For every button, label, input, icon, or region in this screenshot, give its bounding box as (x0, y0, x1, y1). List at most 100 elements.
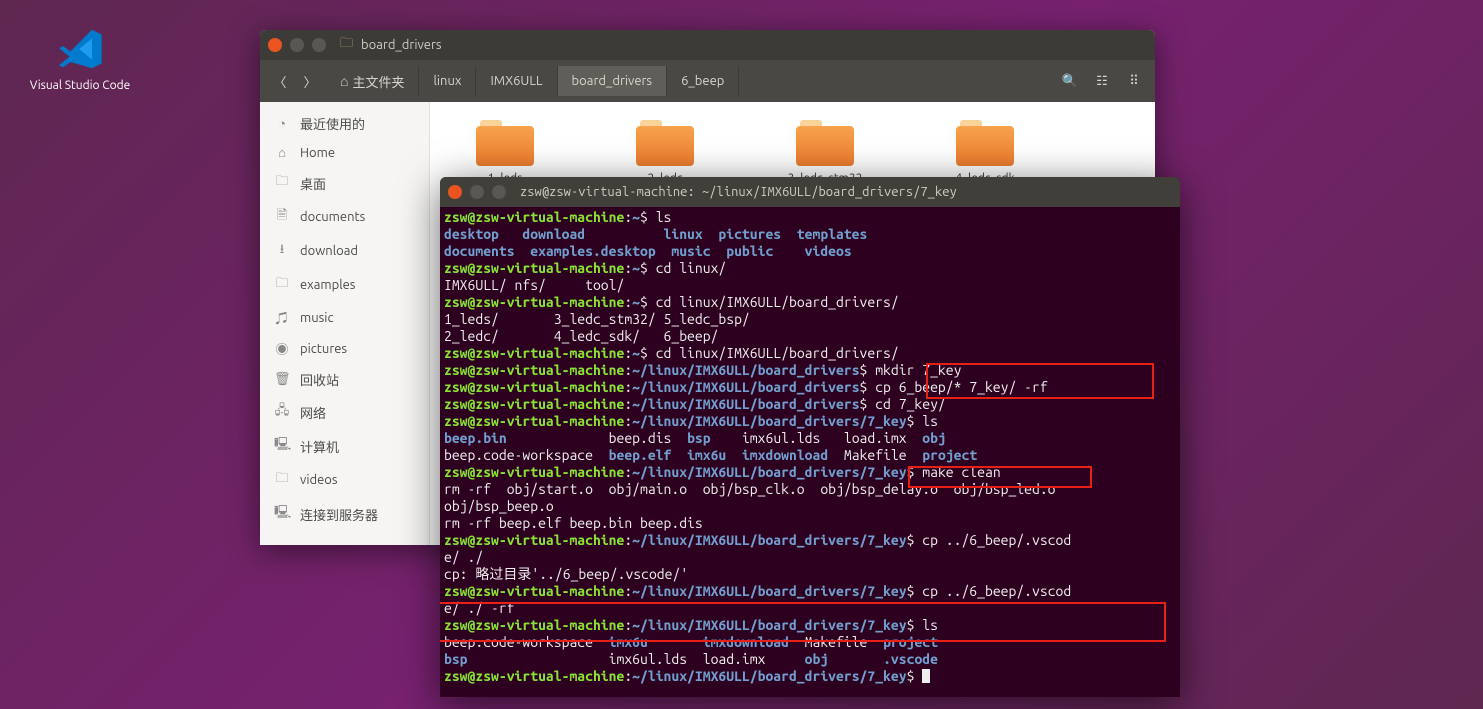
minimize-icon[interactable] (290, 38, 304, 52)
folder-item-2[interactable]: 3_ledc_stm32 (780, 120, 870, 185)
desktop-icon-label: Visual Studio Code (20, 79, 140, 92)
terminal-line-22: zsw@zsw-virtual-machine:~/linux/IMX6ULL/… (444, 583, 1176, 600)
sidebar-item-0[interactable]: ◔ 最近使用的 (260, 108, 429, 139)
file-manager-titlebar[interactable]: 🗀 board_drivers (260, 30, 1155, 60)
terminal-line-10: zsw@zsw-virtual-machine:~/linux/IMX6ULL/… (444, 379, 1176, 396)
search-icon[interactable]: 🔍 (1055, 66, 1085, 96)
sidebar-item-3[interactable]: 🗎 documents (260, 200, 429, 234)
terminal-line-15: zsw@zsw-virtual-machine:~/linux/IMX6ULL/… (444, 464, 1176, 481)
sidebar-item-9[interactable]: 🖧 网络 (260, 395, 429, 429)
terminal-line-21: cp: 略过目录'../6_beep/.vscode/' (444, 566, 1176, 583)
sidebar-item-label: videos (300, 473, 338, 487)
path-bar: 〈 〉 ⌂主文件夹 linux IMX6ULL board_drivers 6_beep… (260, 60, 1155, 102)
folder-small-icon: 🗀 (340, 34, 353, 56)
grid-view-icon[interactable]: ⠿ (1119, 66, 1149, 96)
sidebar-item-8[interactable]: 🗑回收站 (260, 364, 429, 395)
sidebar-item-label: 桌面 (300, 174, 326, 193)
breadcrumb-1[interactable]: linux (419, 66, 476, 96)
sidebar-item-10[interactable]: 🖳 计算机 (260, 429, 429, 463)
terminal-title: zsw@zsw-virtual-machine: ~/linux/IMX6ULL… (520, 185, 957, 199)
sidebar-item-12[interactable]: 🖳连接到服务器 (260, 497, 429, 531)
folder-item-3[interactable]: 4_ledc_sdk (940, 120, 1030, 185)
sidebar-item-label: 计算机 (300, 437, 339, 456)
terminal-line-0: zsw@zsw-virtual-machine:~$ ls (444, 209, 1176, 226)
breadcrumb-label: 主文件夹 (352, 72, 404, 91)
breadcrumb-4[interactable]: 6_beep (667, 66, 739, 96)
folder-item-1[interactable]: 2_ledc (620, 120, 710, 185)
terminal-line-18: rm -rf beep.elf beep.bin beep.dis (444, 515, 1176, 532)
terminal-line-16: rm -rf obj/start.o obj/main.o obj/bsp_cl… (444, 481, 1176, 498)
terminal-line-7: 2_ledc/ 4_ledc_sdk/ 6_beep/ (444, 328, 1176, 345)
terminal-line-14: beep.code-workspace beep.elf imx6u imxdo… (444, 447, 1176, 464)
sidebar-item-icon: ◔ (274, 116, 290, 131)
list-view-icon[interactable]: ☷ (1087, 66, 1117, 96)
breadcrumb-label: linux (433, 74, 461, 88)
folder-icon (956, 120, 1014, 166)
sidebar-item-icon: ♫ (274, 308, 290, 327)
folder-icon (476, 120, 534, 166)
home-icon: ⌂ (340, 73, 348, 89)
back-button[interactable]: 〈 (266, 67, 294, 95)
close-icon[interactable] (268, 38, 282, 52)
sidebar-item-icon: 🖧 (274, 401, 290, 423)
sidebar-item-label: 回收站 (300, 370, 339, 389)
breadcrumb-label: board_drivers (572, 74, 653, 88)
terminal-line-20: e/ ./ (444, 549, 1176, 566)
sidebar-item-icon: 🖳 (274, 435, 290, 457)
terminal-window: zsw@zsw-virtual-machine: ~/linux/IMX6ULL… (440, 177, 1180, 697)
vscode-icon (56, 25, 104, 73)
terminal-line-23: e/ ./ -rf (444, 600, 1176, 617)
terminal-line-5: zsw@zsw-virtual-machine:~$ cd linux/IMX6… (444, 294, 1176, 311)
sidebar-item-icon: 🗎 (274, 206, 290, 228)
sidebar-item-label: documents (300, 210, 365, 224)
folder-icon (796, 120, 854, 166)
sidebar-item-7[interactable]: ◉ pictures (260, 333, 429, 364)
terminal-body[interactable]: zsw@zsw-virtual-machine:~$ lsdesktop dow… (440, 207, 1180, 697)
terminal-cursor (922, 669, 930, 683)
sidebar-item-6[interactable]: ♫ music (260, 302, 429, 333)
sidebar: ◔ 最近使用的 ⌂ Home 🗀 桌面 🗎 documents ⭳download 🗀 exampl… (260, 102, 430, 545)
forward-button[interactable]: 〉 (296, 67, 324, 95)
sidebar-item-4[interactable]: ⭳download (260, 234, 429, 268)
sidebar-item-1[interactable]: ⌂ Home (260, 139, 429, 166)
folder-item-0[interactable]: 1_leds (460, 120, 550, 185)
sidebar-item-icon: ⭳ (274, 240, 290, 262)
window-title: board_drivers (361, 38, 442, 52)
breadcrumb-3[interactable]: board_drivers (558, 66, 668, 96)
minimize-icon[interactable] (470, 185, 484, 199)
maximize-icon[interactable] (312, 38, 326, 52)
close-icon[interactable] (448, 185, 462, 199)
terminal-line-3: zsw@zsw-virtual-machine:~$ cd linux/ (444, 260, 1176, 277)
terminal-line-9: zsw@zsw-virtual-machine:~/linux/IMX6ULL/… (444, 362, 1176, 379)
terminal-line-2: documents examples.desktop music public … (444, 243, 1176, 260)
sidebar-item-label: 网络 (300, 403, 326, 422)
terminal-line-6: 1_leds/ 3_ledc_stm32/ 5_ledc_bsp/ (444, 311, 1176, 328)
terminal-line-24: zsw@zsw-virtual-machine:~/linux/IMX6ULL/… (444, 617, 1176, 634)
folder-icon (636, 120, 694, 166)
sidebar-item-icon: 🗀 (274, 172, 290, 194)
sidebar-item-2[interactable]: 🗀 桌面 (260, 166, 429, 200)
terminal-line-1: desktop download linux pictures template… (444, 226, 1176, 243)
sidebar-item-icon: 🗀 (274, 274, 290, 296)
sidebar-item-icon: ⌂ (274, 145, 290, 160)
desktop-icon-vscode[interactable]: Visual Studio Code (20, 25, 140, 92)
terminal-line-26: bsp imx6ul.lds load.imx obj .vscode (444, 651, 1176, 668)
breadcrumb-label: 6_beep (681, 74, 724, 88)
sidebar-item-label: pictures (300, 342, 347, 356)
maximize-icon[interactable] (492, 185, 506, 199)
terminal-titlebar[interactable]: zsw@zsw-virtual-machine: ~/linux/IMX6ULL… (440, 177, 1180, 207)
sidebar-item-label: Home (300, 146, 335, 160)
breadcrumb-2[interactable]: IMX6ULL (476, 66, 557, 96)
sidebar-item-label: music (300, 311, 334, 325)
sidebar-item-icon: ◉ (274, 339, 290, 358)
sidebar-item-label: 最近使用的 (300, 114, 365, 133)
sidebar-item-11[interactable]: 🗀videos (260, 463, 429, 497)
sidebar-item-label: examples (300, 278, 355, 292)
breadcrumb-0[interactable]: ⌂主文件夹 (326, 66, 419, 96)
terminal-line-19: zsw@zsw-virtual-machine:~/linux/IMX6ULL/… (444, 532, 1176, 549)
breadcrumb-label: IMX6ULL (490, 74, 542, 88)
terminal-line-11: zsw@zsw-virtual-machine:~/linux/IMX6ULL/… (444, 396, 1176, 413)
terminal-line-25: beep.code-workspace imx6u imxdownload Ma… (444, 634, 1176, 651)
sidebar-item-5[interactable]: 🗀 examples (260, 268, 429, 302)
terminal-line-27: zsw@zsw-virtual-machine:~/linux/IMX6ULL/… (444, 668, 1176, 685)
